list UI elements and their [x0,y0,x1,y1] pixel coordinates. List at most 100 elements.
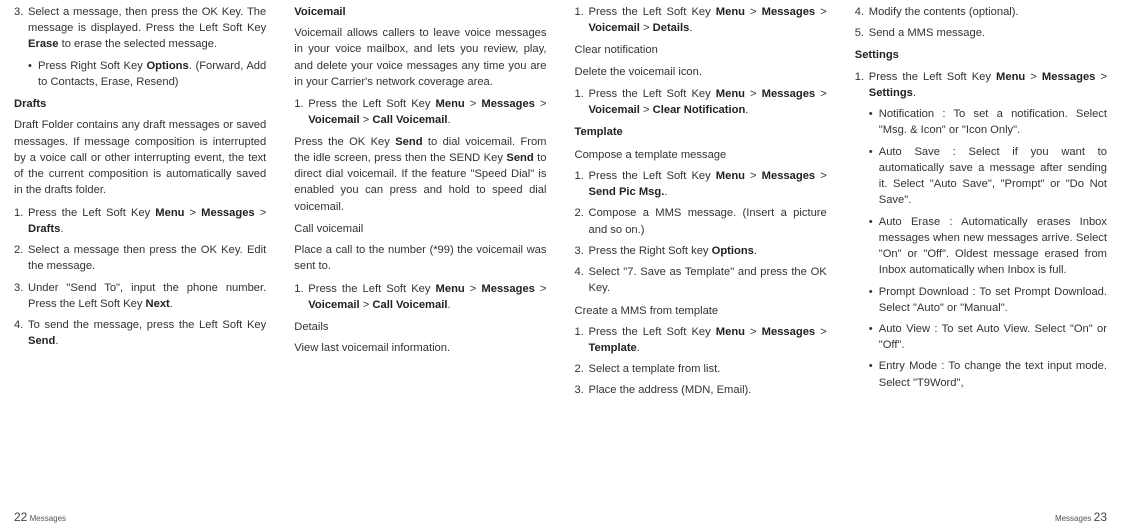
clear-step-1: 1. Press the Left Soft Key Menu > Messag… [575,86,827,118]
step-number: 3. [14,280,28,312]
paragraph-drafts: Draft Folder contains any draft messages… [14,117,266,198]
step-body: Press the Right Soft key Options. [589,243,827,259]
key-menu: Menu [436,283,465,295]
tmpl-step-3: 3. Press the Right Soft key Options. [575,243,827,259]
key-send: Send [395,136,422,148]
drafts-step-4: 4. To send the message, press the Left S… [14,317,266,349]
text: Press the Left Soft Key [308,98,435,110]
step-number: 2. [575,205,589,237]
heading-details: Details [294,319,546,335]
key-messages: Messages [762,170,816,182]
step-number: 3. [14,4,28,53]
key-send-pic-msg: Send Pic Msg. [589,186,665,198]
column-1: 3. Select a message, then press the OK K… [0,0,280,528]
dot: . [913,87,916,99]
step-body: Press the Left Soft Key Menu > Messages … [589,86,827,118]
tmpl-step-2: 2. Compose a MMS message. (Insert a pict… [575,205,827,237]
sep: > [745,326,762,338]
footer-label: Messages [30,514,66,523]
step-body: Place the address (MDN, Email). [589,382,827,398]
page-number: 23 [1094,510,1107,524]
sep: > [640,22,653,34]
step-number: 1. [294,96,308,128]
step-number: 4. [14,317,28,349]
heading-voicemail: Voicemail [294,4,546,20]
sep: > [360,299,373,311]
sep: > [640,104,653,116]
step-number: 2. [575,361,589,377]
heading-template: Template [575,124,827,140]
key-menu: Menu [716,326,745,338]
step-body: Select a template from list. [589,361,827,377]
sep: > [255,207,267,219]
mms-step-5: 5. Send a MMS message. [855,25,1107,41]
settings-bullet-entry-mode: • Entry Mode : To change the text input … [869,358,1107,390]
dot: . [664,186,667,198]
step-body: Modify the contents (optional). [869,4,1107,20]
sep: > [745,170,762,182]
drafts-step-1: 1. Press the Left Soft Key Menu > Messag… [14,205,266,237]
step-number: 4. [575,264,589,296]
text: Press the Left Soft Key [28,207,155,219]
key-voicemail: Voicemail [589,104,640,116]
key-messages: Messages [762,326,816,338]
step-number: 5. [855,25,869,41]
key-messages: Messages [481,283,535,295]
text: Press the Left Soft Key [589,6,716,18]
sep: > [745,6,762,18]
drafts-step-3: 3. Under "Send To", input the phone numb… [14,280,266,312]
step-body: Press Right Soft Key Options. (Forward, … [38,58,266,90]
bullet-icon: • [869,321,879,353]
text: Press the Left Soft Key [308,283,435,295]
key-menu: Menu [716,170,745,182]
bullet-icon: • [869,214,879,279]
heading-drafts: Drafts [14,96,266,112]
dot: . [55,335,58,347]
key-messages: Messages [762,6,816,18]
text: Press the Right Soft key [589,245,712,257]
dot: . [689,22,692,34]
key-menu: Menu [436,98,465,110]
key-messages: Messages [481,98,535,110]
settings-bullet-auto-erase: • Auto Erase : Automatically erases Inbo… [869,214,1107,279]
key-menu: Menu [716,6,745,18]
paragraph-voicemail: Voicemail allows callers to leave voice … [294,25,546,90]
step-body: Select "7. Save as Template" and press t… [589,264,827,296]
bullet-body: Auto View : To set Auto View. Select "On… [879,321,1107,353]
sep: > [815,88,827,100]
key-messages: Messages [1042,71,1096,83]
settings-step-1: 1. Press the Left Soft Key Menu > Messag… [855,69,1107,101]
step-body: Press the Left Soft Key Menu > Messages … [308,96,546,128]
settings-bullet-prompt-download: • Prompt Download : To set Prompt Downlo… [869,284,1107,316]
dot: . [447,299,450,311]
dot: . [637,342,640,354]
sep: > [1025,71,1042,83]
step-body: Compose a MMS message. (Insert a picture… [589,205,827,237]
column-2: Voicemail Voicemail allows callers to le… [280,0,560,528]
sep: > [815,326,827,338]
vm-step-1: 1. Press the Left Soft Key Menu > Messag… [294,96,546,128]
step-body: To send the message, press the Left Soft… [28,317,266,349]
key-next: Next [146,298,170,310]
key-options: Options [146,60,188,72]
bullet-body: Notification : To set a notification. Se… [879,106,1107,138]
bullet-body: Entry Mode : To change the text input mo… [879,358,1107,390]
text: Press the Left Soft Key [589,88,716,100]
text: Press the Left Soft Key [869,71,996,83]
key-messages: Messages [201,207,255,219]
text: to erase the selected message. [58,38,217,50]
sep: > [745,88,762,100]
key-voicemail: Voicemail [589,22,640,34]
step-number: 1. [575,86,589,118]
sep: > [535,98,547,110]
paragraph-details: View last voicemail information. [294,340,546,356]
dot: . [170,298,173,310]
tmpl-step-4: 4. Select "7. Save as Template" and pres… [575,264,827,296]
key-voicemail: Voicemail [308,299,359,311]
key-drafts: Drafts [28,223,60,235]
mms-step-2: 2. Select a template from list. [575,361,827,377]
mms-step-3: 3. Place the address (MDN, Email). [575,382,827,398]
step-number: 1. [855,69,869,101]
key-menu: Menu [716,88,745,100]
manual-spread: 3. Select a message, then press the OK K… [0,0,1121,528]
